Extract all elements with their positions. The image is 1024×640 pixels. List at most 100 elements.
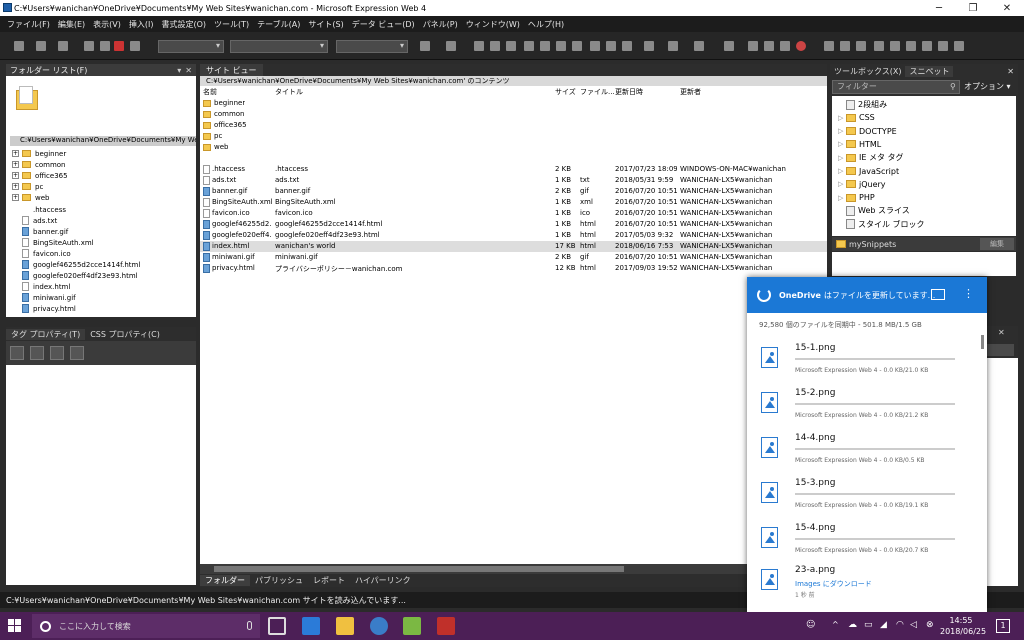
folder-list-tab[interactable]: フォルダー リスト(F) ▾ ✕ xyxy=(6,64,196,76)
battery-icon[interactable]: ▭ xyxy=(864,620,873,630)
align-center-icon[interactable] xyxy=(540,41,550,51)
column-type[interactable]: ファイル... xyxy=(580,87,615,97)
file-row[interactable]: .htaccess .htaccess 2 KB 2017/07/23 18:09 WI… xyxy=(200,164,827,175)
bullets-icon[interactable] xyxy=(606,41,616,51)
folder-item[interactable]: + office365 xyxy=(12,170,68,181)
expand-arrow-icon[interactable]: ▷ xyxy=(838,167,846,175)
flyout-scrollbar[interactable] xyxy=(981,335,984,349)
table-icon[interactable] xyxy=(764,41,774,51)
open-site-icon[interactable] xyxy=(58,41,68,51)
expand-arrow-icon[interactable]: ▷ xyxy=(838,140,846,148)
italic-icon[interactable] xyxy=(490,41,500,51)
expand-arrow-icon[interactable]: ▷ xyxy=(838,114,846,122)
file-item[interactable]: favicon.ico xyxy=(12,248,71,259)
close-icon[interactable]: ✕ xyxy=(1003,67,1018,76)
folder-item[interactable]: + pc xyxy=(12,181,43,192)
tray-chevron-icon[interactable]: ^ xyxy=(832,620,839,629)
tab-site-view[interactable]: サイト ビュー xyxy=(200,64,263,76)
menu-panels[interactable]: パネル(P) xyxy=(419,19,462,30)
edge-icon[interactable] xyxy=(302,617,320,635)
more-options-icon[interactable]: ⋮ xyxy=(963,287,974,300)
menu-file[interactable]: ファイル(F) xyxy=(3,19,54,30)
file-row[interactable]: miniwani.gif miniwani.gif 2 KB gif 2016/07/2… xyxy=(200,252,827,263)
folder-row[interactable]: office365 xyxy=(200,120,827,131)
show-set-properties-icon[interactable] xyxy=(50,346,64,360)
tab-reports[interactable]: レポート xyxy=(308,575,350,586)
tab-publishing[interactable]: パブリッシュ xyxy=(250,575,308,586)
people-icon[interactable]: ☺ xyxy=(806,620,815,630)
onedrive-file-item[interactable]: 15-4.png Microsoft Expression Web 4 - 0.0… xyxy=(747,517,981,561)
indent-icon[interactable] xyxy=(622,41,632,51)
align-left-icon[interactable] xyxy=(524,41,534,51)
snippet-tree-item[interactable]: ▷ CSS xyxy=(838,111,875,124)
horizontal-scrollbar[interactable] xyxy=(200,564,827,574)
close-icon[interactable]: ✕ xyxy=(185,66,192,75)
stop-icon[interactable] xyxy=(796,41,806,51)
file-item[interactable]: .htaccess xyxy=(12,204,66,215)
menu-table[interactable]: テーブル(A) xyxy=(253,19,304,30)
expand-icon[interactable]: + xyxy=(12,150,19,157)
file-row[interactable]: googlefe020eff4... googlefe020eff4df23e93… xyxy=(200,230,827,241)
taskbar-search-box[interactable]: ここに入力して検索 xyxy=(32,614,260,638)
folder-item[interactable]: + web xyxy=(12,192,49,203)
download-location-link[interactable]: Images にダウンロード xyxy=(795,579,872,589)
onedrive-file-item[interactable]: 15-2.png Microsoft Expression Web 4 - 0.0… xyxy=(747,382,981,426)
ime-icon[interactable]: ⊗ xyxy=(926,620,934,630)
undo-icon[interactable] xyxy=(420,41,430,51)
format-painter-icon[interactable] xyxy=(874,41,884,51)
hyperlink-icon[interactable] xyxy=(906,41,916,51)
copy-icon[interactable] xyxy=(824,41,834,51)
tab-snippets[interactable]: スニペット xyxy=(905,65,954,77)
task-view-icon[interactable] xyxy=(268,617,286,635)
search-icon[interactable]: ⚲ xyxy=(950,82,956,91)
column-author[interactable]: 更新者 xyxy=(680,87,701,97)
folder-item[interactable]: + common xyxy=(12,159,66,170)
menu-format[interactable]: 書式設定(O) xyxy=(157,19,210,30)
folder-row[interactable]: beginner xyxy=(200,98,827,109)
redo-icon[interactable] xyxy=(446,41,456,51)
column-name[interactable]: 名前 xyxy=(203,87,217,97)
snippet-filter-input[interactable]: フィルター xyxy=(832,80,960,94)
expand-arrow-icon[interactable]: ▷ xyxy=(838,154,846,162)
close-icon[interactable]: ✕ xyxy=(998,328,1005,337)
clock[interactable]: 14:55 2018/06/25 xyxy=(940,615,986,637)
start-button[interactable] xyxy=(8,619,22,633)
file-item[interactable]: BingSiteAuth.xml xyxy=(12,237,94,248)
expand-arrow-icon[interactable]: ▷ xyxy=(838,127,846,135)
folder-list-path[interactable]: C:¥Users¥wanichan¥OneDrive¥Documents¥My … xyxy=(10,136,196,146)
tab-hyperlinks[interactable]: ハイパーリンク xyxy=(350,575,416,586)
scrollbar-thumb[interactable] xyxy=(214,566,624,572)
tab-toolbox[interactable]: ツールボックス(X) xyxy=(830,66,905,77)
menu-edit[interactable]: 編集(E) xyxy=(54,19,89,30)
menu-help[interactable]: ヘルプ(H) xyxy=(524,19,568,30)
layer-icon[interactable] xyxy=(724,41,734,51)
expand-arrow-icon[interactable]: ▷ xyxy=(838,194,846,202)
font-color-icon[interactable] xyxy=(694,41,704,51)
browser-icon[interactable] xyxy=(370,617,388,635)
column-modified[interactable]: 更新日時 xyxy=(615,87,643,97)
network-icon[interactable]: ◢ xyxy=(880,620,887,630)
css-icon[interactable] xyxy=(748,41,758,51)
snippet-tree-item[interactable]: ▷ JavaScript xyxy=(838,165,899,178)
menu-view[interactable]: 表示(V) xyxy=(89,19,125,30)
file-item[interactable]: googlefe020eff4df23e93.html xyxy=(12,270,138,281)
onedrive-file-item[interactable]: 15-1.png Microsoft Expression Web 4 - 0.0… xyxy=(747,337,981,381)
menu-site[interactable]: サイト(S) xyxy=(304,19,347,30)
show-alphabetical-icon[interactable] xyxy=(30,346,44,360)
options-button[interactable]: オプション ▾ xyxy=(964,80,1016,94)
bookmark-icon[interactable] xyxy=(938,41,948,51)
numbering-icon[interactable] xyxy=(590,41,600,51)
save-icon[interactable] xyxy=(84,41,94,51)
borders-icon[interactable] xyxy=(644,41,654,51)
notification-center-icon[interactable]: 1 xyxy=(996,619,1010,633)
edit-button[interactable]: 編集 xyxy=(980,238,1014,250)
onedrive-file-item[interactable]: 23-a.png Images にダウンロード 1 秒 前 xyxy=(747,559,981,603)
folder-row[interactable]: web xyxy=(200,142,827,153)
snippet-tree-item[interactable]: ▷ jQuery xyxy=(838,178,886,191)
app-taskbar-icon[interactable] xyxy=(437,617,455,635)
file-row[interactable]: index.html wanichan's world 17 KB html 2018/… xyxy=(200,241,827,252)
snippet-tree-item[interactable]: ▷ HTML xyxy=(838,138,881,151)
menu-insert[interactable]: 挿入(I) xyxy=(125,19,158,30)
menu-tools[interactable]: ツール(T) xyxy=(210,19,253,30)
cut-icon[interactable] xyxy=(856,41,866,51)
